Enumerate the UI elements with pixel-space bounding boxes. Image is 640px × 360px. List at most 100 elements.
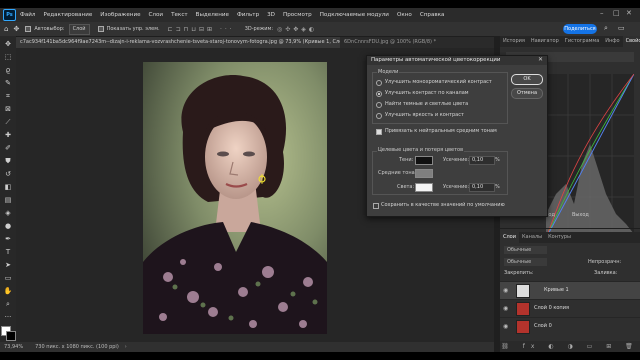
menu-edit[interactable]: Редактирование: [43, 12, 92, 18]
menu-type[interactable]: Текст: [171, 12, 188, 18]
radio-dark-light[interactable]: [376, 102, 382, 108]
close-icon[interactable]: ✕: [538, 56, 543, 63]
menu-select[interactable]: Выделение: [196, 12, 229, 18]
share-button[interactable]: Поделиться: [563, 24, 597, 34]
shadows-clip-input[interactable]: 0,10: [469, 156, 495, 165]
tab-histogram[interactable]: Гистограмма: [562, 36, 603, 47]
radio-monochromatic[interactable]: [376, 80, 382, 86]
radio-brightness-contrast[interactable]: [376, 113, 382, 119]
rectangle-tool-icon[interactable]: ▭: [3, 273, 13, 283]
eyedropper-tool-icon[interactable]: ⟋: [3, 117, 13, 127]
letterbox-top: [0, 0, 640, 8]
menu-file[interactable]: Файл: [20, 12, 35, 18]
layer-row[interactable]: ◉ Слой 0 копия: [500, 299, 640, 317]
menu-plugins[interactable]: Подключаемые модули: [320, 12, 389, 18]
menu-3d[interactable]: 3D: [267, 12, 275, 18]
tab-channels[interactable]: Каналы: [519, 232, 545, 243]
menu-filter[interactable]: Фильтр: [237, 12, 259, 18]
radio-per-channel[interactable]: [376, 91, 382, 97]
crop-tool-icon[interactable]: ⌗: [3, 91, 13, 101]
shadows-label: Тени:: [399, 157, 414, 163]
layer-thumbnail: [516, 320, 530, 334]
tab-navigator[interactable]: Навигатор: [528, 36, 562, 47]
close-icon[interactable]: ✕: [626, 9, 632, 17]
pen-tool-icon[interactable]: ✒: [3, 234, 13, 244]
transform-controls-checkbox[interactable]: [97, 26, 104, 32]
save-default-checkbox[interactable]: [373, 203, 379, 209]
brush-tool-icon[interactable]: ✐: [3, 143, 13, 153]
layer-row[interactable]: ◉ Слой 0: [500, 317, 640, 335]
maximize-icon[interactable]: □: [613, 9, 620, 17]
workspace-icon[interactable]: ▭: [618, 24, 625, 32]
snap-neutral-checkbox[interactable]: [376, 129, 382, 135]
move-tool-icon[interactable]: ✥: [13, 25, 19, 33]
home-icon[interactable]: ⌂: [4, 25, 8, 33]
status-arrow-icon[interactable]: ›: [125, 344, 127, 350]
midtones-label: Средние тона:: [378, 170, 417, 176]
search-icon[interactable]: ⌕: [604, 24, 608, 33]
snap-neutral-label: Привязать к нейтральным средним тонам: [385, 128, 497, 134]
clone-stamp-icon[interactable]: ⛊: [3, 156, 13, 166]
layer-row[interactable]: ◉ Кривые 1: [500, 281, 640, 299]
auto-color-correction-dialog: Параметры автоматической цветокоррекции …: [366, 55, 548, 217]
menu-layers[interactable]: Слои: [149, 12, 164, 18]
shadows-color-swatch[interactable]: [415, 156, 433, 165]
tab-paths[interactable]: Контуры: [545, 232, 574, 243]
cancel-button[interactable]: Отмена: [511, 88, 543, 99]
status-bar: 73,94% 730 пикс. x 1080 пикс. (100 ppi) …: [0, 342, 494, 352]
tab-document-second[interactable]: 6DnCnnrsFDU.jpg @ 100% (RGB/8) *: [340, 37, 468, 48]
ok-button[interactable]: OK: [511, 74, 543, 85]
marquee-tool-icon[interactable]: ⬚: [3, 52, 13, 62]
visibility-eye-icon[interactable]: ◉: [503, 323, 508, 330]
layers-panel-tabs: Слои Каналы Контуры: [500, 232, 640, 243]
visibility-eye-icon[interactable]: ◉: [503, 287, 508, 294]
3d-mode-icons[interactable]: ◎✣✥◈◐: [277, 26, 317, 33]
eraser-tool-icon[interactable]: ◧: [3, 182, 13, 192]
panel-divider: [500, 228, 640, 229]
blend-mode-dropdown[interactable]: Обычные: [504, 258, 547, 266]
3d-mode-label: 3D-режим:: [244, 26, 274, 32]
align-icons[interactable]: ⊏⊐⊓⊔⊟⊞ ···: [168, 26, 235, 33]
more-tools-icon[interactable]: ···: [3, 312, 13, 322]
tab-history[interactable]: История: [500, 36, 528, 47]
highlights-clip-input[interactable]: 0,10: [469, 183, 495, 192]
tab-properties[interactable]: Свойства: [622, 36, 640, 47]
frame-tool-icon[interactable]: ⊠: [3, 104, 13, 114]
background-color[interactable]: [6, 331, 16, 341]
layer-filter-dropdown[interactable]: Обычные: [504, 246, 547, 254]
zoom-tool-icon[interactable]: ⌕: [3, 299, 13, 309]
history-brush-icon[interactable]: ↺: [3, 169, 13, 179]
highlights-color-swatch[interactable]: [415, 183, 433, 192]
layer-dropdown[interactable]: Слой: [68, 23, 90, 35]
path-select-icon[interactable]: ➤: [3, 260, 13, 270]
lasso-tool-icon[interactable]: ϱ: [3, 65, 13, 75]
visibility-eye-icon[interactable]: ◉: [503, 305, 508, 312]
quick-select-tool-icon[interactable]: ✎: [3, 78, 13, 88]
tab-layers[interactable]: Слои: [500, 232, 519, 243]
move-tool-icon[interactable]: ✥: [3, 39, 13, 49]
gradient-tool-icon[interactable]: ▤: [3, 195, 13, 205]
menu-view[interactable]: Просмотр: [283, 12, 312, 18]
type-tool-icon[interactable]: T: [3, 247, 13, 257]
blur-tool-icon[interactable]: ◈: [3, 208, 13, 218]
minimize-icon[interactable]: –: [600, 9, 604, 17]
zoom-level[interactable]: 73,94%: [4, 344, 23, 350]
midtones-color-swatch[interactable]: [415, 169, 433, 178]
hand-tool-icon[interactable]: ✋: [3, 286, 13, 296]
dodge-tool-icon[interactable]: ●: [3, 221, 13, 231]
photoshop-logo-icon: Ps: [3, 9, 16, 21]
healing-brush-icon[interactable]: ✚: [3, 130, 13, 140]
shadows-clip-unit: %: [495, 157, 500, 163]
curves-graph[interactable]: [546, 74, 634, 238]
tab-info[interactable]: Инфо: [602, 36, 622, 47]
option-per-channel-label: Улучшить контраст по каналам: [385, 90, 469, 96]
layer-actions-icons[interactable]: ⛓ fx ◐ ◑ ▭ ⊞ 🗑: [500, 341, 640, 352]
tab-document-active[interactable]: c7ac934f141ba5dc964f9ae7243m--dizajn-i-r…: [16, 37, 340, 48]
auto-select-checkbox[interactable]: [25, 26, 32, 32]
highlights-clip-unit: %: [495, 184, 500, 190]
document-photo[interactable]: [143, 62, 327, 334]
menu-window[interactable]: Окно: [397, 12, 412, 18]
menu-image[interactable]: Изображение: [100, 12, 140, 18]
menu-help[interactable]: Справка: [420, 12, 445, 18]
color-swatches[interactable]: [1, 326, 16, 341]
